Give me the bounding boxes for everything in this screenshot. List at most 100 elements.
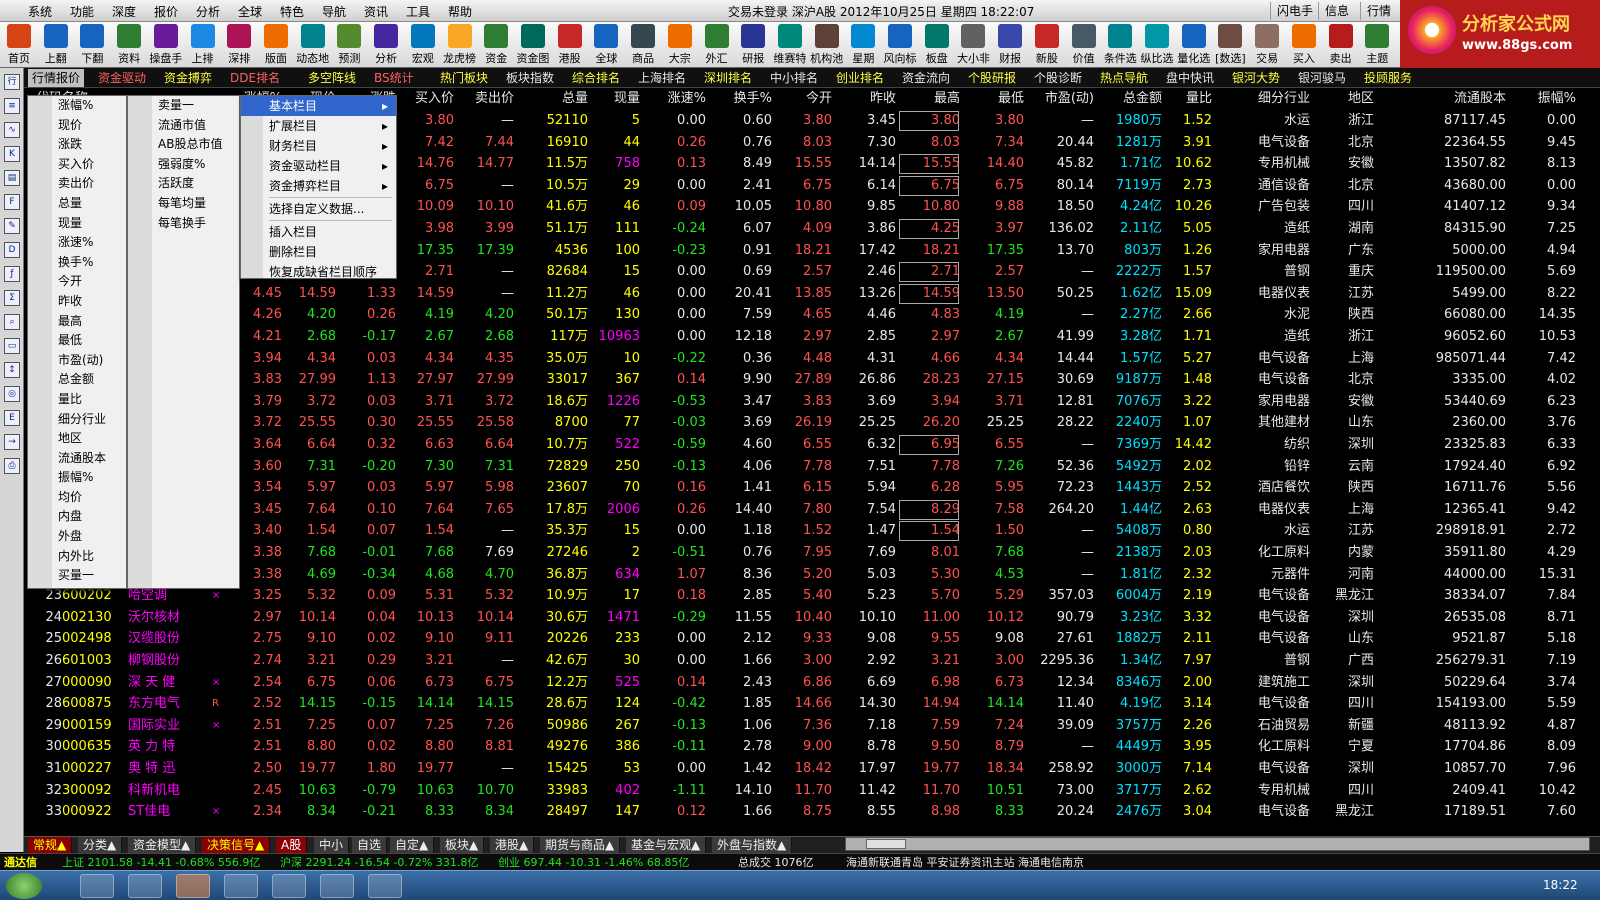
tab-15[interactable]: 个股诊断 — [1030, 69, 1086, 87]
start-button-icon[interactable] — [6, 873, 42, 899]
toolbar-button-37[interactable]: 主题 — [1360, 24, 1394, 66]
column-option[interactable]: 现价 — [28, 116, 126, 136]
toolbar-button-4[interactable]: 操盘手 — [149, 24, 183, 66]
column-option[interactable]: 最低 — [28, 331, 126, 351]
target-icon[interactable]: ◎ — [4, 386, 20, 402]
toolbar-button-30[interactable]: 条件选 — [1103, 24, 1137, 66]
table-row[interactable]: 183.545.970.035.975.9823607700.161.416.1… — [24, 477, 1592, 499]
bottom-tab-11[interactable]: 基金与宏观▲ — [626, 837, 707, 853]
kline-icon[interactable]: K — [4, 146, 20, 162]
tab-5[interactable]: BS统计 — [370, 69, 418, 87]
column-header-17[interactable]: 总金额 — [1096, 88, 1162, 110]
toolbar-button-33[interactable]: [数选] — [1213, 24, 1247, 66]
toolbar-button-0[interactable]: 首页 — [2, 24, 36, 66]
toolbar-button-32[interactable]: 量化选 — [1177, 24, 1211, 66]
column-option[interactable]: 量比 — [28, 390, 126, 410]
menu-tools[interactable]: 工具 — [406, 3, 430, 20]
bottom-tab-9[interactable]: 港股▲ — [490, 837, 535, 853]
note-icon[interactable]: ✎ — [4, 218, 20, 234]
column-option[interactable]: 地区 — [28, 429, 126, 449]
toolbar-button-14[interactable]: 资金图 — [516, 24, 550, 66]
table-row[interactable]: 104.264.200.264.194.2050.1万1300.007.594.… — [24, 304, 1592, 326]
toolbar-button-11[interactable]: 宏观 — [406, 24, 440, 66]
menu-global[interactable]: 全球 — [238, 3, 262, 20]
table-row[interactable]: 25 002498 汉缆股份 2.75 9.10 0.02 9.10 9.11 20226 233… — [24, 628, 1592, 650]
tab-8[interactable]: 综合排名 — [568, 69, 624, 87]
toolbar-button-10[interactable]: 分析 — [369, 24, 403, 66]
quote-icon[interactable]: 行 — [4, 74, 20, 90]
submenu-item-6[interactable]: 插入栏目 — [241, 222, 396, 242]
toolbar-button-7[interactable]: 版面 — [259, 24, 293, 66]
toolbar-button-25[interactable]: 板盘 — [920, 24, 954, 66]
calc-icon[interactable]: Σ — [4, 290, 20, 306]
toolbar-button-17[interactable]: 商品 — [626, 24, 660, 66]
toolbar-button-28[interactable]: 新股 — [1030, 24, 1064, 66]
trading-app-icon[interactable] — [176, 874, 210, 898]
column-option[interactable]: 今开 — [28, 272, 126, 292]
data-icon[interactable]: D — [4, 242, 20, 258]
bottom-tab-2[interactable]: 资金模型▲ — [128, 837, 197, 853]
bottom-tab-4[interactable]: A股 — [276, 837, 308, 853]
f10-icon[interactable]: F — [4, 194, 20, 210]
column-option[interactable]: 最高 — [28, 312, 126, 332]
media-icon[interactable] — [272, 874, 306, 898]
column-header-18[interactable]: 量比 — [1164, 88, 1212, 110]
tab-20[interactable]: 投顾服务 — [1360, 69, 1416, 87]
column-option[interactable]: 卖量一 — [128, 96, 239, 116]
column-option[interactable]: 卖出价 — [28, 174, 126, 194]
search-icon[interactable]: ⌕ — [4, 314, 20, 330]
column-option[interactable]: 外盘 — [28, 527, 126, 547]
menu-navigation[interactable]: 导航 — [322, 3, 346, 20]
column-option[interactable]: 昨收 — [28, 292, 126, 312]
chart-icon[interactable]: ∿ — [4, 122, 20, 138]
list-icon[interactable]: ≡ — [4, 98, 20, 114]
market-button[interactable]: 行情 — [1360, 2, 1397, 20]
submenu-item-8[interactable]: 恢复成缺省栏目顺序 — [241, 262, 396, 282]
column-header-16[interactable]: 市盈(动) — [1028, 88, 1094, 110]
toolbar-button-6[interactable]: 深排 — [222, 24, 256, 66]
column-header-21[interactable]: 流通股本 — [1380, 88, 1506, 110]
toolbar-button-5[interactable]: 上排 — [186, 24, 220, 66]
table-row[interactable]: 27 000090 深 天 健 2.54 6.75 0.06 6.73 6.75 12.2万 52… — [24, 672, 1592, 694]
column-option[interactable]: 均价 — [28, 488, 126, 508]
table-row[interactable]: 163.646.640.326.636.6410.7万522-0.594.606… — [24, 434, 1592, 456]
column-option[interactable]: AB股总市值 — [128, 135, 239, 155]
tab-16[interactable]: 热点导航 — [1096, 69, 1152, 87]
toolbar-button-31[interactable]: 纵比选 — [1140, 24, 1174, 66]
firefox-icon[interactable] — [224, 874, 258, 898]
column-option[interactable]: 涨幅% — [28, 96, 126, 116]
table-row[interactable]: 32 300092 科新机电 2.45 10.63 -0.79 10.63 10.70 3398… — [24, 780, 1592, 802]
column-header-19[interactable]: 细分行业 — [1218, 88, 1310, 110]
tab-12[interactable]: 创业排名 — [832, 69, 888, 87]
column-header-6[interactable]: 买入价 — [398, 88, 454, 110]
column-header-20[interactable]: 地区 — [1314, 88, 1374, 110]
column-option[interactable]: 总金额 — [28, 370, 126, 390]
toolbar-button-21[interactable]: 维赛特 — [773, 24, 807, 66]
table-row[interactable]: 94.4514.591.3314.59—11.2万460.0020.4113.8… — [24, 283, 1592, 305]
flash-button[interactable]: 闪电手 — [1270, 2, 1319, 20]
bottom-tab-7[interactable]: 自定▲ — [390, 837, 435, 853]
scroll-thumb[interactable] — [866, 839, 906, 849]
tab-7[interactable]: 板块指数 — [502, 69, 558, 87]
column-option[interactable]: 内外比 — [28, 547, 126, 567]
folder-icon[interactable]: ▭ — [4, 338, 20, 354]
info-button[interactable]: 信息 — [1318, 2, 1355, 20]
toolbar-button-9[interactable]: 预测 — [332, 24, 366, 66]
toolbar-button-20[interactable]: 研报 — [736, 24, 770, 66]
toolbar-button-27[interactable]: 财报 — [993, 24, 1027, 66]
menu-news[interactable]: 资讯 — [364, 3, 388, 20]
table-row[interactable]: 193.457.640.107.647.6517.8万20060.2614.40… — [24, 499, 1592, 521]
tab-0[interactable]: 行情报价 — [28, 69, 85, 87]
column-header-14[interactable]: 最高 — [898, 88, 960, 110]
column-option[interactable]: 换手% — [28, 253, 126, 273]
tab-14[interactable]: 个股研报 — [964, 69, 1020, 87]
column-header-15[interactable]: 最低 — [964, 88, 1024, 110]
tab-9[interactable]: 上海排名 — [634, 69, 690, 87]
column-option[interactable]: 每笔换手 — [128, 214, 239, 234]
table-row[interactable]: 30 000635 英 力 特 2.51 8.80 0.02 8.80 8.81 49276 38… — [24, 736, 1592, 758]
submenu-item-4[interactable]: 资金搏弈栏目 ▸ — [241, 176, 396, 196]
column-option[interactable]: 振幅% — [28, 468, 126, 488]
toolbar-button-24[interactable]: 风向标 — [883, 24, 917, 66]
column-header-10[interactable]: 涨速% — [642, 88, 706, 110]
table-row[interactable]: 114.212.68-0.172.672.68117万109630.0012.1… — [24, 326, 1592, 348]
